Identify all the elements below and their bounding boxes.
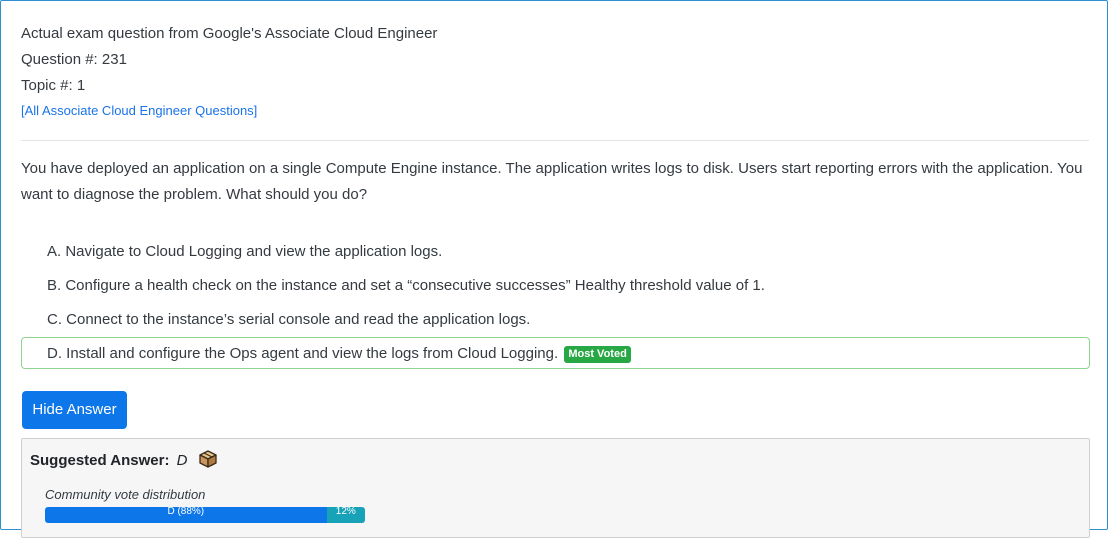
question-header: Actual exam question from Google's Assoc… [21, 21, 1089, 123]
topic-number: Topic #: 1 [21, 77, 86, 94]
most-voted-badge: Most Voted [564, 346, 631, 363]
box-icon [199, 450, 217, 468]
suggested-answer-label: Suggested Answer: [30, 452, 170, 469]
suggested-answer: Suggested Answer: D [30, 449, 218, 472]
suggested-answer-box: Suggested Answer: D Community vote distr… [21, 438, 1090, 538]
exam-title: Actual exam question from Google's Assoc… [21, 25, 438, 42]
question-number: Question #: 231 [21, 51, 127, 68]
question-text: You have deployed an application on a si… [21, 160, 1083, 203]
hide-answer-button[interactable]: Hide Answer [22, 391, 127, 429]
vote-distribution-title: Community vote distribution [45, 487, 206, 502]
question-card: Actual exam question from Google's Assoc… [0, 0, 1108, 538]
divider [21, 140, 1089, 141]
choice-a-text: A. Navigate to Cloud Logging and view th… [47, 243, 443, 260]
choice-c[interactable]: C. Connect to the instance’s serial cons… [21, 303, 1090, 335]
choice-b[interactable]: B. Configure a health check on the insta… [21, 269, 1090, 301]
choice-b-text: B. Configure a health check on the insta… [47, 277, 765, 294]
choice-c-text: C. Connect to the instance’s serial cons… [47, 311, 531, 328]
vote-segment-d-label: D (88%) [167, 507, 205, 517]
vote-segment-other-label: 12% [335, 507, 356, 517]
choice-d[interactable]: D. Install and configure the Ops agent a… [21, 337, 1090, 369]
vote-segment-d: D (88%) [45, 507, 327, 523]
vote-distribution-bar: D (88%) 12% [45, 507, 365, 523]
choice-a[interactable]: A. Navigate to Cloud Logging and view th… [21, 235, 1090, 267]
choices-list: A. Navigate to Cloud Logging and view th… [21, 235, 1090, 371]
choice-d-text: D. Install and configure the Ops agent a… [47, 345, 559, 362]
vote-segment-other: 12% [326, 507, 365, 523]
all-questions-link[interactable]: [All Associate Cloud Engineer Questions] [21, 99, 257, 123]
suggested-answer-value: D [176, 452, 188, 469]
